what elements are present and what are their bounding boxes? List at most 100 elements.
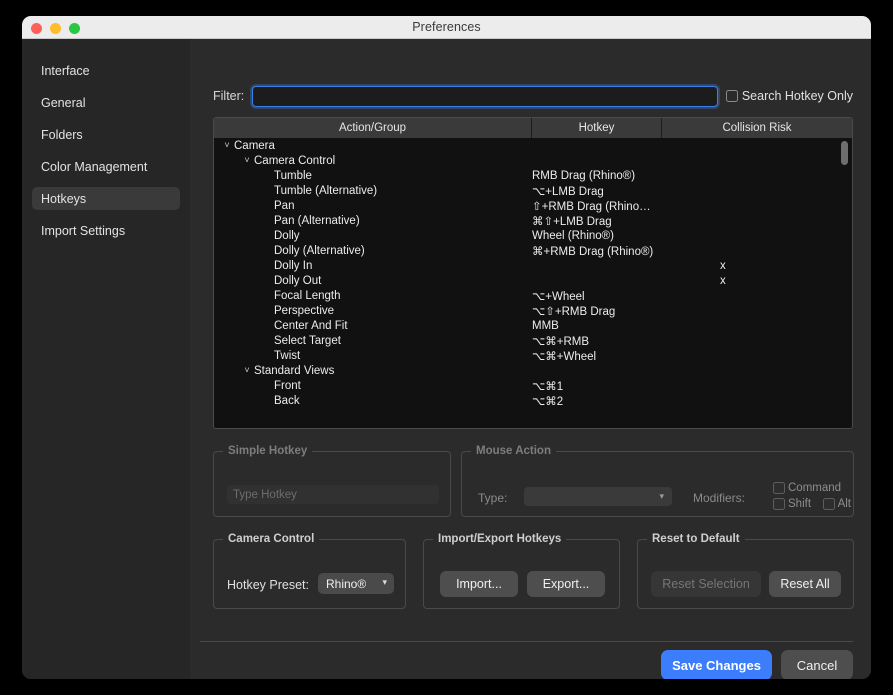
sidebar-item-hotkeys[interactable]: Hotkeys [32, 187, 180, 210]
table-row[interactable]: Pan (Alternative) ⌘⇧+LMB Drag [214, 213, 852, 228]
sidebar-item-color-management[interactable]: Color Management [32, 155, 180, 178]
cancel-button[interactable]: Cancel [781, 650, 853, 679]
export-button[interactable]: Export... [527, 571, 605, 597]
sidebar-item-label: Interface [41, 63, 90, 78]
chevron-down-icon[interactable]: ˅ [220, 141, 234, 150]
sidebar-item-interface[interactable]: Interface [32, 59, 180, 82]
mouse-action-title: Mouse Action [471, 445, 556, 457]
simple-hotkey-group: Simple Hotkey Type Hotkey [213, 445, 451, 517]
cell-hotkey: ⌥⌘+RMB [532, 335, 590, 348]
reset-all-button[interactable]: Reset All [769, 571, 841, 597]
table-row[interactable]: Pan ⇧+RMB Drag (Rhino… [214, 198, 852, 213]
cell-hotkey: Wheel (Rhino®) [532, 229, 614, 242]
modifiers-label: Modifiers: [693, 491, 746, 505]
column-header-collision-risk[interactable]: Collision Risk [662, 118, 852, 138]
camera-control-group: Camera Control Hotkey Preset: Rhino® ▾ [213, 533, 406, 609]
table-row[interactable]: Dolly Wheel (Rhino®) [214, 228, 852, 243]
sidebar-item-label: Color Management [41, 159, 148, 174]
row-label: Perspective [274, 304, 335, 317]
modifier-command[interactable]: Command [773, 481, 851, 494]
import-export-title: Import/Export Hotkeys [433, 533, 567, 545]
checkbox-box [773, 481, 785, 494]
table-row[interactable]: Twist ⌥⌘+Wheel [214, 348, 852, 363]
table-row[interactable]: Tumble RMB Drag (Rhino®) [214, 168, 852, 183]
cell-action-group: Center And Fit [214, 320, 532, 332]
cell-action-group: Dolly (Alternative) [214, 245, 532, 257]
search-hotkey-only-checkbox[interactable]: Search Hotkey Only [725, 89, 853, 103]
cell-action-group: Tumble (Alternative) [214, 185, 532, 197]
modifier-shift-label: Shift [788, 497, 812, 510]
close-button[interactable] [31, 23, 42, 34]
cell-action-group: Back [214, 395, 532, 407]
table-header-row: Action/Group Hotkey Collision Risk [214, 118, 852, 138]
import-button[interactable]: Import... [440, 571, 518, 597]
window-titlebar: Preferences [22, 16, 871, 39]
row-label: Focal Length [274, 289, 341, 302]
row-label: Tumble (Alternative) [274, 184, 378, 197]
simple-hotkey-title: Simple Hotkey [223, 445, 313, 457]
reset-to-default-title: Reset to Default [647, 533, 745, 545]
table-row[interactable]: Back ⌥⌘2 [214, 393, 852, 408]
hotkey-preset-label: Hotkey Preset: [227, 578, 309, 592]
table-row[interactable]: Center And Fit MMB [214, 318, 852, 333]
sidebar-item-label: Folders [41, 127, 83, 142]
type-label: Type: [478, 491, 508, 505]
sidebar-item-label: General [41, 95, 86, 110]
cell-action-group: Pan [214, 200, 532, 212]
table-row[interactable]: Focal Length ⌥+Wheel [214, 288, 852, 303]
cell-collision-risk: x [720, 274, 726, 287]
column-header-action-group[interactable]: Action/Group [214, 118, 532, 138]
column-header-hotkey[interactable]: Hotkey [532, 118, 662, 138]
sidebar-item-general[interactable]: General [32, 91, 180, 114]
scrollbar-thumb[interactable] [841, 141, 848, 165]
row-label: Twist [274, 349, 301, 362]
filter-input[interactable] [252, 85, 718, 107]
hotkey-input[interactable]: Type Hotkey [227, 485, 439, 504]
mouse-action-group: Mouse Action Type: ▾ Modifiers: Command … [461, 445, 854, 517]
table-row[interactable]: ˅ Camera Control [214, 153, 852, 168]
main-panel: Filter: Search Hotkey Only Action/Group … [190, 39, 871, 679]
table-row[interactable]: Dolly In x [214, 258, 852, 273]
save-changes-button[interactable]: Save Changes [661, 650, 772, 679]
row-label: Camera [234, 139, 275, 152]
table-row[interactable]: Perspective ⌥⇧+RMB Drag [214, 303, 852, 318]
table-row[interactable]: Front ⌥⌘1 [214, 378, 852, 393]
table-row[interactable]: Dolly (Alternative) ⌘+RMB Drag (Rhino®) [214, 243, 852, 258]
cell-action-group: Dolly Out [214, 275, 532, 287]
table-row[interactable]: ˅ Standard Views [214, 363, 852, 378]
cell-hotkey: ⌥⌘1 [532, 380, 564, 393]
row-label: Dolly (Alternative) [274, 244, 365, 257]
table-scrollbar[interactable] [838, 139, 851, 427]
chevron-down-icon: ▾ [659, 491, 664, 501]
checkbox-box[interactable] [773, 497, 785, 510]
row-label: Pan (Alternative) [274, 214, 360, 227]
sidebar-item-label: Hotkeys [41, 191, 87, 206]
table-row[interactable]: Dolly Out x [214, 273, 852, 288]
row-label: Back [274, 394, 300, 407]
checkbox-box[interactable] [822, 497, 835, 510]
sidebar-item-folders[interactable]: Folders [32, 123, 180, 146]
import-export-group: Import/Export Hotkeys Import... Export..… [423, 533, 620, 609]
row-label: Dolly In [274, 259, 313, 272]
hotkeys-table: Action/Group Hotkey Collision Risk ˅ Came… [213, 117, 853, 429]
traffic-light-buttons [31, 23, 80, 34]
chevron-down-icon[interactable]: ˅ [240, 366, 254, 375]
table-row[interactable]: Select Target ⌥⌘+RMB [214, 333, 852, 348]
hotkey-preset-value: Rhino® [326, 576, 367, 591]
reset-to-default-group: Reset to Default Reset Selection Reset A… [637, 533, 854, 609]
modifiers-group: Command Shift Alt [773, 481, 851, 510]
table-row[interactable]: Tumble (Alternative) ⌥+LMB Drag [214, 183, 852, 198]
preferences-sidebar: Interface General Folders Color Management H… [22, 39, 190, 679]
mouse-action-type-select[interactable]: ▾ [524, 487, 672, 506]
zoom-button[interactable] [69, 23, 80, 34]
sidebar-item-import-settings[interactable]: Import Settings [32, 219, 180, 242]
row-label: Pan [274, 199, 295, 212]
cell-action-group: Select Target [214, 335, 532, 347]
cell-action-group: ˅ Camera Control [214, 155, 532, 167]
minimize-button[interactable] [50, 23, 61, 34]
camera-control-title: Camera Control [223, 533, 320, 545]
table-row[interactable]: ˅ Camera [214, 138, 852, 153]
chevron-down-icon[interactable]: ˅ [240, 156, 254, 165]
hotkey-preset-select[interactable]: Rhino® ▾ [318, 573, 394, 594]
cell-action-group: Front [214, 380, 532, 392]
